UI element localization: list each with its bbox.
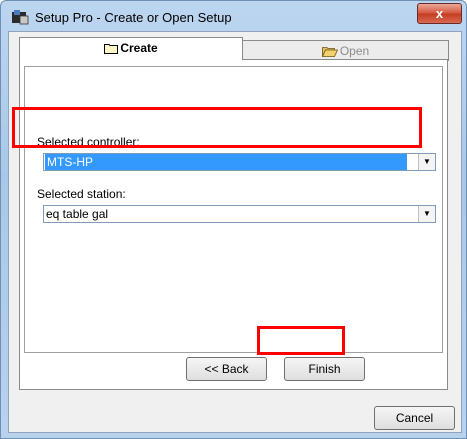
dropdown-arrow-icon[interactable]: ▼ <box>418 206 435 222</box>
station-select[interactable]: eq table gal ▼ <box>43 205 436 223</box>
cancel-button[interactable]: Cancel <box>374 406 455 430</box>
annotation-highlight-controller <box>12 107 422 148</box>
tab-open[interactable]: Open <box>242 40 449 61</box>
window-title: Setup Pro - Create or Open Setup <box>35 10 232 25</box>
tab-create-label: Create <box>120 41 158 55</box>
tab-create[interactable]: Create <box>19 37 243 60</box>
close-button[interactable]: x <box>417 3 462 24</box>
dropdown-arrow-icon[interactable]: ▼ <box>418 154 435 170</box>
controller-value: MTS-HP <box>45 154 407 170</box>
folder-icon <box>104 44 119 54</box>
controller-select[interactable]: MTS-HP ▼ <box>43 153 436 171</box>
client-area: Create Open Selected controller: MTS-HP … <box>8 31 462 433</box>
open-folder-icon <box>321 47 338 57</box>
annotation-highlight-finish <box>257 326 345 355</box>
dialog-window: Setup Pro - Create or Open Setup x Creat… <box>0 0 467 439</box>
app-icon <box>12 10 29 25</box>
back-button[interactable]: << Back <box>186 357 267 381</box>
tab-open-label: Open <box>339 44 370 58</box>
station-label: Selected station: <box>37 187 126 201</box>
station-value: eq table gal <box>46 207 109 221</box>
close-icon: x <box>435 6 444 21</box>
finish-button[interactable]: Finish <box>284 357 365 381</box>
title-bar[interactable]: Setup Pro - Create or Open Setup x <box>1 1 466 31</box>
